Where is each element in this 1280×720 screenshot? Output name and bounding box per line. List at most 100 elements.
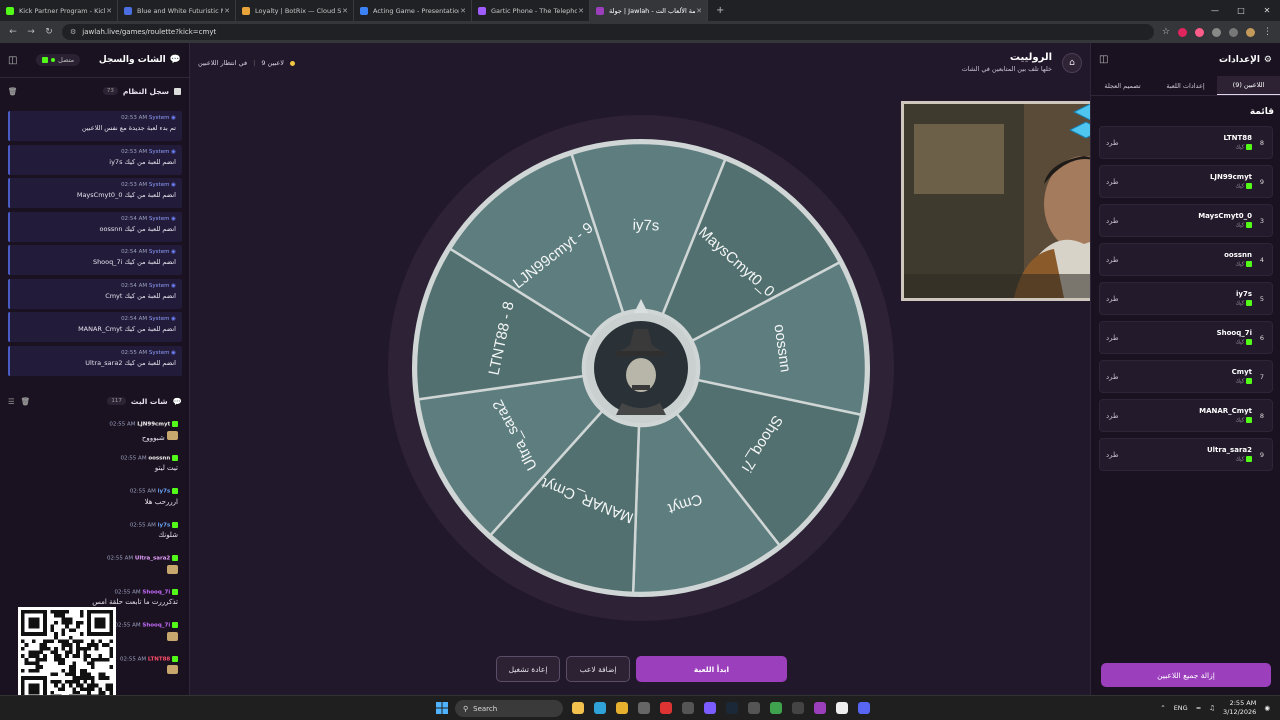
settings-tab[interactable]: تصميم العجلة (1091, 76, 1154, 95)
qr-module (79, 610, 84, 614)
extension-icon[interactable] (1178, 27, 1187, 37)
tray-chevron-icon[interactable]: ⌃ (1160, 704, 1165, 712)
kick-player-button[interactable]: طرد (1106, 295, 1119, 303)
app-icon[interactable] (682, 702, 694, 714)
profile-avatar[interactable] (1246, 27, 1255, 37)
qr-module (79, 646, 84, 651)
clock[interactable]: 2:55 AM 3/12/2026 (1223, 699, 1256, 717)
qr-module (79, 672, 84, 677)
browser-menu-icon[interactable]: ⋮ (1263, 27, 1272, 37)
browser-tab[interactable]: Kick Partner Program - Kick Da✕ (0, 0, 118, 21)
close-tab-icon[interactable]: ✕ (578, 7, 584, 15)
tab-favicon-icon (360, 6, 368, 15)
qr-module (57, 613, 62, 618)
browser-tab[interactable]: Acting Game - Presentation ✕ (354, 0, 472, 21)
kick-player-button[interactable]: طرد (1106, 334, 1119, 342)
steam-icon[interactable] (726, 702, 738, 714)
collapse-panel-icon[interactable]: ◫ (8, 55, 17, 66)
qr-module (98, 657, 102, 662)
chat-username[interactable]: LTNT88 (148, 656, 170, 662)
add-player-button[interactable]: إضافة لاعب (566, 656, 630, 682)
system-log-item: 02:54 AM System ◉ Cmyt انضم للعبة من كيك (8, 278, 182, 309)
chat-username[interactable]: Shooq_7i (142, 623, 170, 629)
chat-username[interactable]: Shooq_7i (142, 589, 170, 595)
browser-tab[interactable]: جولة | Jawlah - منصة الألعاب الت✕ (590, 0, 708, 21)
home-button[interactable]: ⌂ (1062, 53, 1082, 73)
system-log-item: 02:55 AM System ◉ Ultra_sara2 انضم للعبة … (8, 345, 182, 376)
system-bot-icon: ◉ (169, 316, 176, 322)
app-icon[interactable] (748, 702, 760, 714)
extension-icon[interactable] (1212, 27, 1221, 37)
site-info-icon[interactable]: ⚙ (70, 28, 76, 36)
kick-player-button[interactable]: طرد (1106, 451, 1119, 459)
kick-player-button[interactable]: طرد (1106, 373, 1119, 381)
back-icon[interactable]: ← (8, 27, 18, 37)
windows-start-icon[interactable] (436, 702, 448, 714)
collapse-panel-icon[interactable]: ◫ (1099, 54, 1108, 65)
qr-module (61, 617, 66, 622)
url-field[interactable]: ⚙ jawlah.live/games/roulette?kick=cmyt (62, 24, 1154, 40)
volume-icon[interactable]: ♫ (1209, 704, 1215, 712)
gmail-icon[interactable] (660, 702, 672, 714)
trash-icon[interactable]: 🗑 (8, 87, 18, 96)
qr-module (109, 646, 113, 651)
kick-player-button[interactable]: طرد (1106, 178, 1119, 186)
close-tab-icon[interactable]: ✕ (224, 7, 230, 15)
restart-button[interactable]: إعادة تشغيل (496, 656, 560, 682)
log-time: 02:54 AM (121, 282, 148, 289)
app-icon[interactable] (638, 702, 650, 714)
maximize-icon[interactable]: □ (1228, 6, 1254, 15)
close-tab-icon[interactable]: ✕ (460, 7, 466, 15)
status-dot-icon (289, 60, 295, 66)
obs-icon[interactable] (814, 702, 826, 714)
kick-player-button[interactable]: طرد (1106, 412, 1119, 420)
extension-icon[interactable] (1195, 27, 1204, 37)
new-tab-button[interactable]: + (708, 5, 732, 16)
taskbar-search[interactable]: ⚲ Search (455, 700, 563, 717)
kick-icon (172, 421, 178, 427)
browser-tab[interactable]: Loyalty | BotRix — Cloud Strea✕ (236, 0, 354, 21)
notification-icon[interactable]: ◉ (1264, 704, 1270, 712)
remove-all-players-button[interactable]: إزالة جميع اللاعبين (1101, 663, 1271, 687)
minimize-icon[interactable]: — (1202, 6, 1228, 15)
player-number: 9 (1259, 450, 1265, 459)
wifi-icon[interactable]: ≈ (1196, 704, 1201, 712)
browser-tab[interactable]: Gartic Phone - The Telephone G✕ (472, 0, 590, 21)
app-icon[interactable] (770, 702, 782, 714)
forward-icon[interactable]: → (26, 27, 36, 37)
qr-module (35, 665, 40, 669)
filter-icon[interactable]: ☰ (8, 397, 15, 406)
chat-username[interactable]: Ultra_sara2 (135, 556, 170, 562)
chat-username[interactable]: iy7s (158, 522, 171, 528)
close-tab-icon[interactable]: ✕ (696, 7, 702, 15)
chat-username[interactable]: oossnn (148, 455, 170, 461)
settings-tab[interactable]: اللاعبين (9) (1217, 76, 1280, 95)
app-icon[interactable] (836, 702, 848, 714)
close-tab-icon[interactable]: ✕ (342, 7, 348, 15)
kick-player-button[interactable]: طرد (1106, 217, 1119, 225)
bookmark-star-icon[interactable]: ☆ (1162, 27, 1170, 37)
app-icon[interactable] (858, 702, 870, 714)
close-window-icon[interactable]: ✕ (1254, 6, 1280, 15)
file-explorer-icon[interactable] (572, 702, 584, 714)
chat-message: 02:55 AM Ultra_sara2 (8, 555, 182, 589)
roulette-wheel[interactable]: iy7s MaysCmyt0_0oossnnShooq_7iCmytMANAR_C… (386, 113, 896, 623)
chat-username[interactable]: iy7s (158, 489, 171, 495)
chat-username[interactable]: LJN99cmyt (137, 422, 170, 428)
browser-tab[interactable]: Blue and White Futuristic Moda✕ (118, 0, 236, 21)
app-icon[interactable] (792, 702, 804, 714)
qr-module (43, 639, 47, 644)
kick-player-button[interactable]: طرد (1106, 139, 1119, 147)
language-indicator[interactable]: ENG (1174, 704, 1188, 712)
settings-tab[interactable]: إعدادات اللعبة (1154, 76, 1217, 95)
kick-player-button[interactable]: طرد (1106, 256, 1119, 264)
close-tab-icon[interactable]: ✕ (106, 7, 112, 15)
log-text: Shooq_7i انضم للعبة من كيك (92, 258, 176, 266)
reload-icon[interactable]: ↻ (44, 27, 54, 37)
start-game-button[interactable]: ابدأ اللعبة (636, 656, 787, 682)
edge-icon[interactable] (594, 702, 606, 714)
trash-icon[interactable]: 🗑 (21, 397, 31, 406)
chrome-icon[interactable] (616, 702, 628, 714)
extension-icon[interactable] (1229, 27, 1238, 37)
app-icon[interactable] (704, 702, 716, 714)
